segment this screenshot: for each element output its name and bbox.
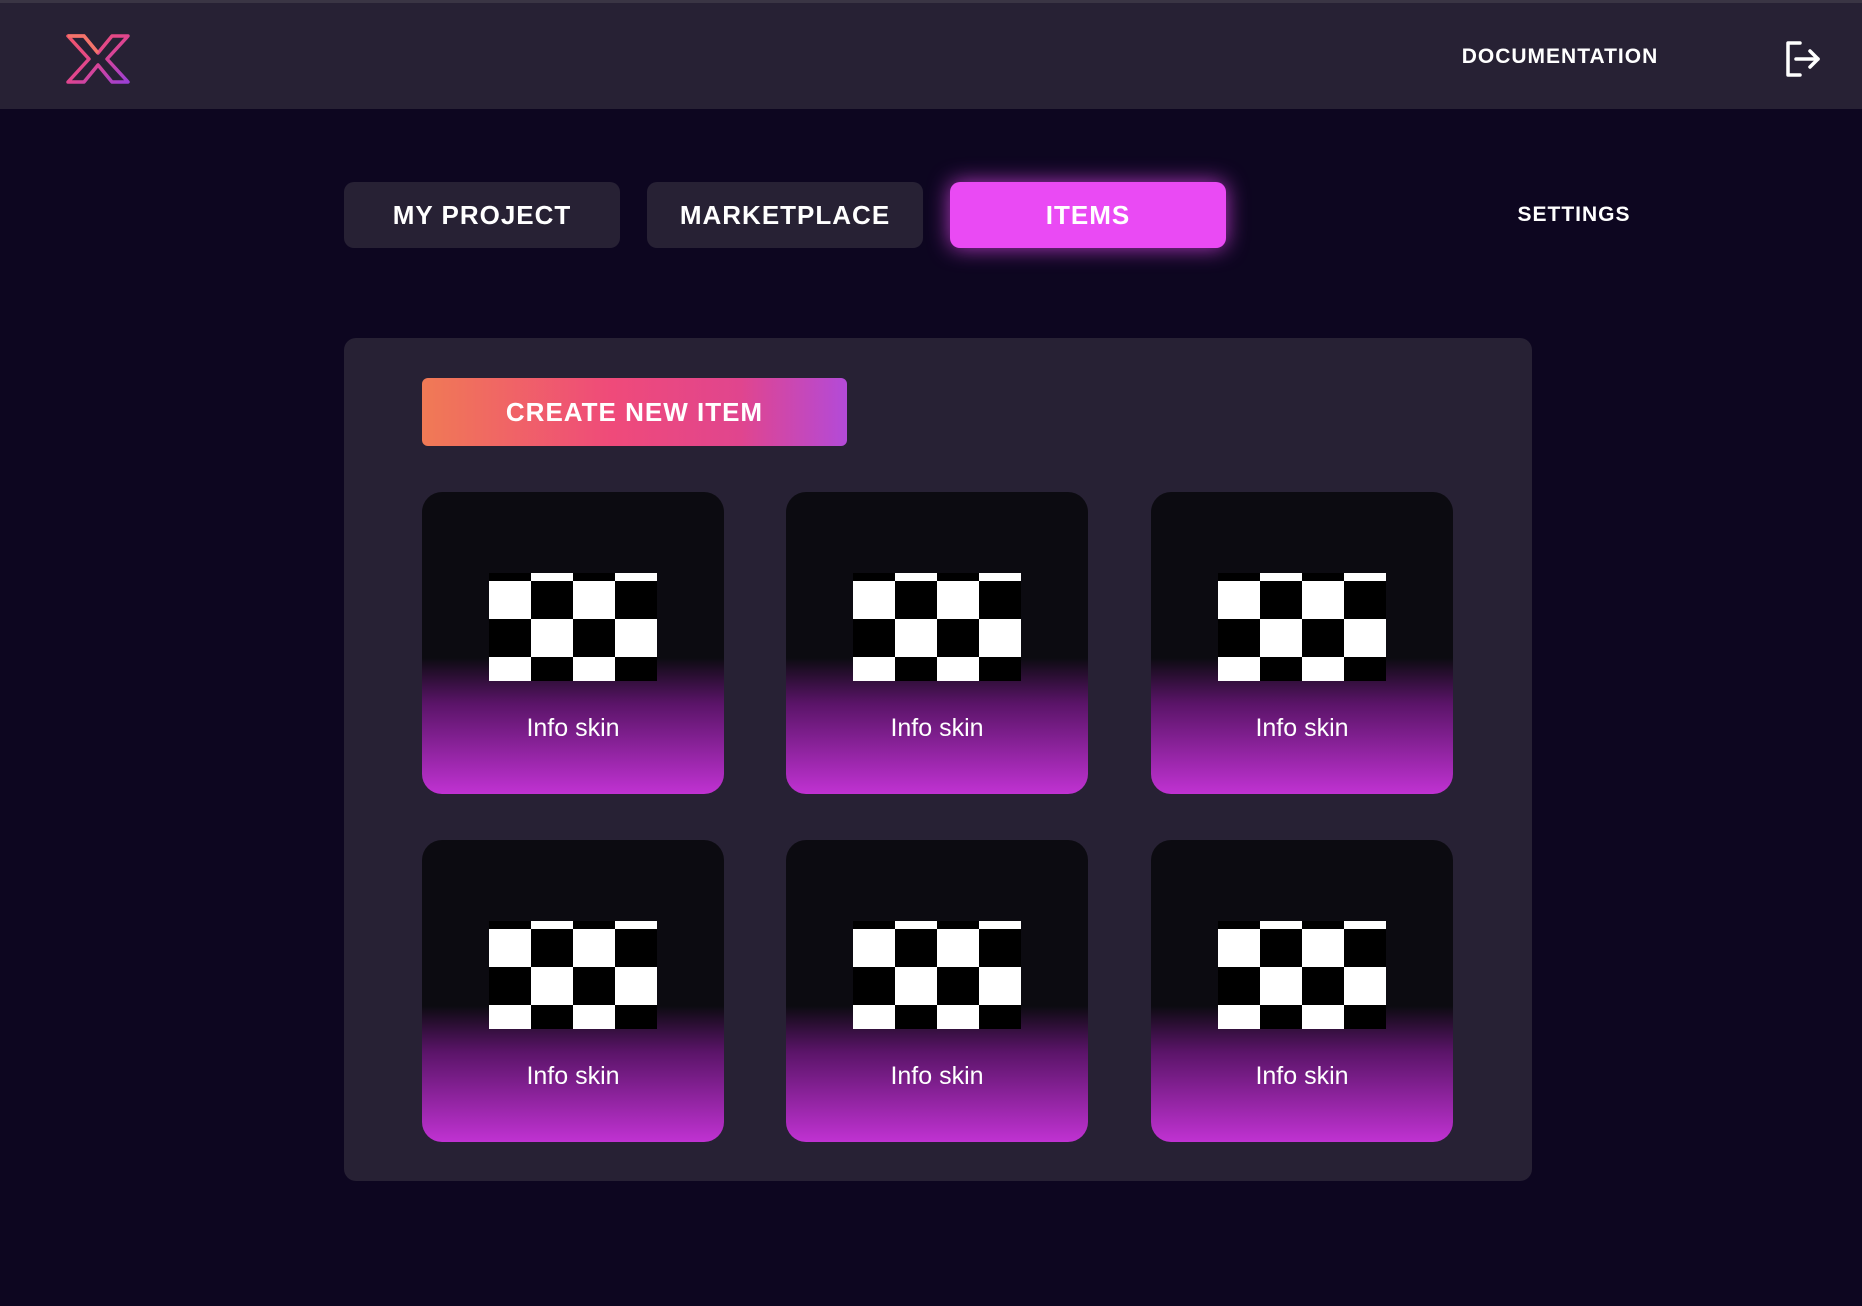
checkerboard-placeholder-icon	[489, 573, 657, 681]
checkerboard-placeholder-icon	[853, 921, 1021, 1029]
logout-icon[interactable]	[1782, 39, 1822, 79]
item-card-label: Info skin	[890, 714, 984, 742]
item-card[interactable]: Info skin	[786, 840, 1088, 1142]
checkerboard-placeholder-icon	[1218, 573, 1386, 681]
top-navbar: DOCUMENTATION	[0, 0, 1862, 109]
item-card[interactable]: Info skin	[422, 840, 724, 1142]
tab-marketplace[interactable]: MARKETPLACE	[647, 182, 923, 248]
items-panel: CREATE NEW ITEM Info skin Info skin Info…	[344, 338, 1532, 1181]
item-card-label: Info skin	[1255, 1062, 1349, 1090]
tab-my-project[interactable]: MY PROJECT	[344, 182, 620, 248]
item-card[interactable]: Info skin	[1151, 840, 1453, 1142]
item-card-label: Info skin	[1255, 714, 1349, 742]
item-card-label: Info skin	[526, 714, 620, 742]
items-grid: Info skin Info skin Info skin Info skin …	[422, 492, 1453, 1142]
documentation-link[interactable]: DOCUMENTATION	[1420, 45, 1700, 69]
x-logo-icon[interactable]	[64, 33, 132, 85]
item-card[interactable]: Info skin	[786, 492, 1088, 794]
item-card[interactable]: Info skin	[1151, 492, 1453, 794]
item-card-label: Info skin	[526, 1062, 620, 1090]
item-card-label: Info skin	[890, 1062, 984, 1090]
tab-settings[interactable]: SETTINGS	[1474, 182, 1674, 248]
main-tabs: MY PROJECT MARKETPLACE ITEMS SETTINGS	[0, 182, 1862, 248]
tab-items[interactable]: ITEMS	[950, 182, 1226, 248]
item-card[interactable]: Info skin	[422, 492, 724, 794]
checkerboard-placeholder-icon	[489, 921, 657, 1029]
checkerboard-placeholder-icon	[1218, 921, 1386, 1029]
checkerboard-placeholder-icon	[853, 573, 1021, 681]
create-new-item-button[interactable]: CREATE NEW ITEM	[422, 378, 847, 446]
